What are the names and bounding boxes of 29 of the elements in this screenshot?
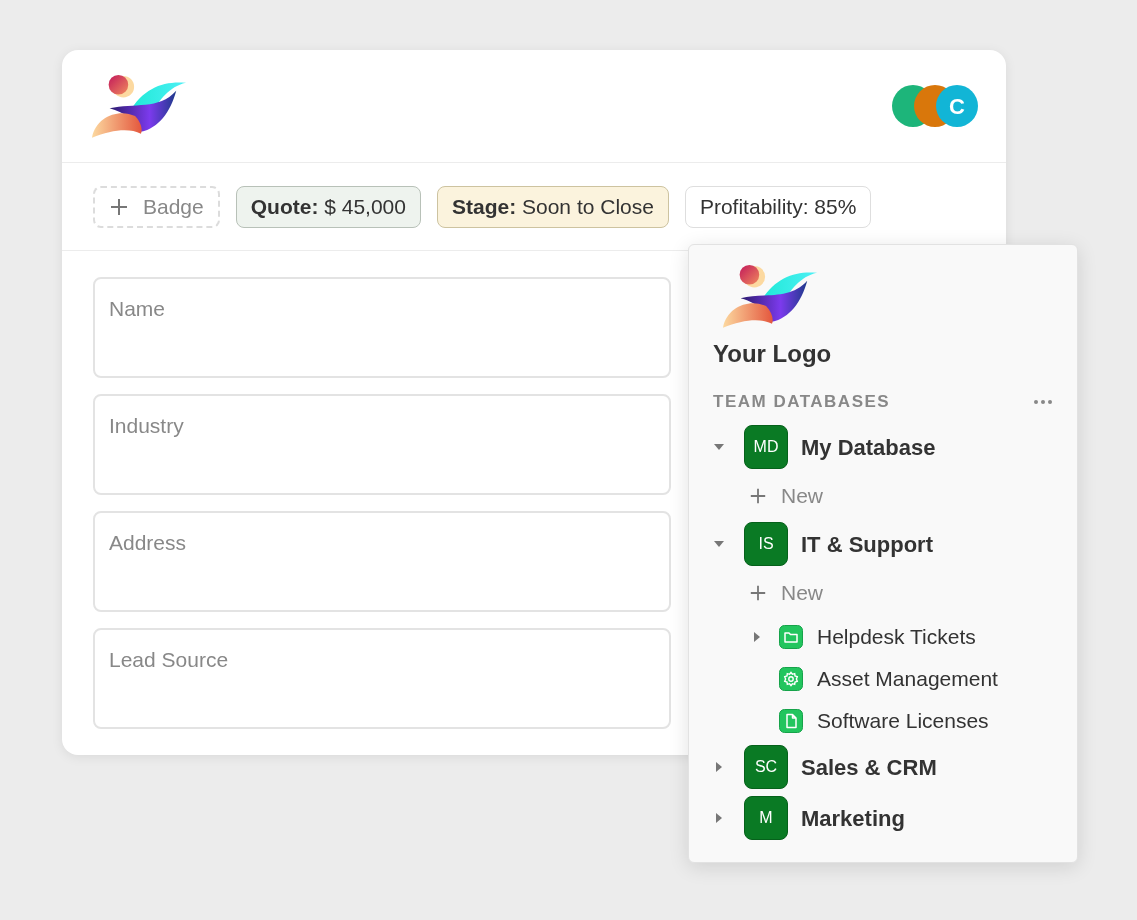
more-icon[interactable] bbox=[1033, 398, 1053, 405]
database-badge: MD bbox=[744, 425, 788, 470]
avatar: C bbox=[936, 85, 978, 127]
database-name[interactable]: IT & Support bbox=[801, 527, 933, 561]
document-icon bbox=[779, 709, 803, 734]
tree-item[interactable]: Helpdesk Tickets bbox=[817, 621, 976, 653]
folder-icon bbox=[779, 625, 803, 650]
logo-text: Your Logo bbox=[713, 338, 832, 369]
input-field[interactable]: Industry bbox=[93, 394, 671, 495]
add-badge-button[interactable]: Badge bbox=[93, 185, 220, 228]
database-badge: SC bbox=[744, 745, 788, 790]
section-title: TEAM DATABASES bbox=[713, 390, 891, 413]
database-name[interactable]: Marketing bbox=[801, 801, 905, 835]
database-name[interactable]: My Database bbox=[801, 430, 936, 464]
badge: Quote: $ 45,000 bbox=[235, 185, 421, 228]
badge: Profitability: 85% bbox=[684, 185, 872, 228]
tree-item[interactable]: Asset Management bbox=[817, 663, 998, 695]
plus-icon bbox=[749, 583, 767, 602]
badge: Stage: Soon to Close bbox=[437, 185, 669, 228]
input-field[interactable]: Name bbox=[93, 277, 671, 378]
gear-icon bbox=[779, 667, 803, 692]
input-field[interactable]: Lead Source bbox=[93, 628, 671, 729]
database-badge: IS bbox=[744, 522, 788, 567]
database-badge: M bbox=[744, 796, 788, 841]
input-field[interactable]: Address bbox=[93, 511, 671, 612]
plus-icon bbox=[109, 196, 129, 217]
database-name[interactable]: Sales & CRM bbox=[801, 750, 937, 784]
plus-icon bbox=[749, 486, 767, 505]
tree-item[interactable]: Software Licenses bbox=[817, 705, 989, 737]
